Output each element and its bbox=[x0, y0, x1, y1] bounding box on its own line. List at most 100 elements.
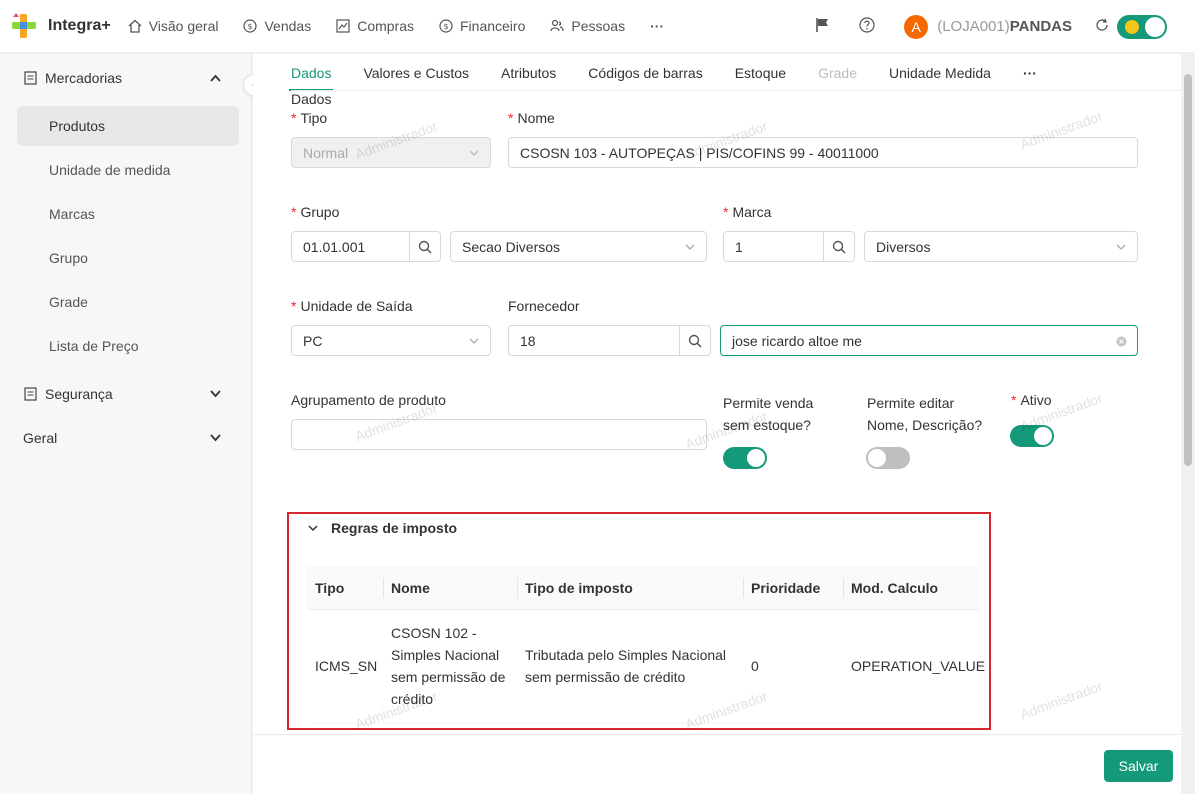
nav-more-button[interactable]: ··· bbox=[650, 18, 664, 34]
fornecedor-code-value: 18 bbox=[520, 332, 536, 349]
agrupamento-label: Agrupamento de produto bbox=[291, 392, 446, 408]
marca-code-value: 1 bbox=[735, 238, 743, 255]
sidebar-group-geral[interactable]: Geral bbox=[0, 418, 252, 458]
tab-dados[interactable]: Dados bbox=[288, 54, 334, 91]
nome-value: CSOSN 103 - AUTOPEÇAS | PIS/COFINS 99 - … bbox=[520, 144, 879, 161]
chevron-up-icon bbox=[210, 74, 221, 82]
theme-toggle[interactable] bbox=[1117, 14, 1167, 39]
grupo-label: * Grupo bbox=[291, 204, 340, 220]
tab-atributos[interactable]: Atributos bbox=[501, 54, 556, 91]
cell-prioridade: 0 bbox=[751, 658, 759, 674]
sidebar-item-unidade-medida[interactable]: Unidade de medida bbox=[17, 150, 239, 190]
nav-compras[interactable]: Compras bbox=[336, 18, 414, 34]
tipo-value: Normal bbox=[303, 144, 349, 161]
tab-more-button[interactable]: ··· bbox=[1023, 54, 1037, 91]
unidade-saida-select[interactable]: PC bbox=[291, 325, 491, 356]
store-name: PANDAS bbox=[1009, 18, 1072, 35]
cell-tipo: ICMS_SN bbox=[315, 658, 378, 674]
fornecedor-name-value: jose ricardo altoe me bbox=[732, 332, 862, 349]
section-title: Dados bbox=[291, 91, 332, 107]
permite-editar-toggle[interactable] bbox=[866, 447, 910, 469]
sidebar-group-mercadorias[interactable]: Mercadorias bbox=[0, 58, 252, 98]
tab-codigos-barras[interactable]: Códigos de barras bbox=[588, 54, 702, 91]
grupo-code-input[interactable]: 01.01.001 bbox=[291, 231, 410, 262]
fornecedor-search-button[interactable] bbox=[680, 325, 711, 356]
users-icon bbox=[550, 19, 564, 32]
marca-select[interactable]: Diversos bbox=[864, 231, 1138, 262]
chevron-down-icon bbox=[1116, 244, 1126, 250]
more-icon: ··· bbox=[650, 18, 665, 34]
search-icon bbox=[418, 240, 432, 254]
nome-input[interactable]: CSOSN 103 - AUTOPEÇAS | PIS/COFINS 99 - … bbox=[508, 137, 1138, 168]
nav-pessoas[interactable]: Pessoas bbox=[550, 18, 625, 34]
column-divider bbox=[517, 578, 518, 598]
permite-venda-label: Permite venda sem estoque? bbox=[723, 395, 814, 433]
grupo-code-value: 01.01.001 bbox=[303, 238, 366, 255]
marca-search-button[interactable] bbox=[824, 231, 855, 262]
nav-visao-geral[interactable]: Visão geral bbox=[128, 18, 219, 34]
sidebar-group-seguranca[interactable]: Segurança bbox=[0, 374, 252, 414]
permite-editar-label: Permite editar Nome, Descrição? bbox=[867, 395, 983, 433]
sidebar-item-grade[interactable]: Grade bbox=[17, 282, 239, 322]
dollar-icon: $ bbox=[439, 19, 453, 33]
refresh-icon[interactable] bbox=[1094, 17, 1110, 36]
toggle-knob bbox=[1034, 427, 1052, 445]
marca-code-input[interactable]: 1 bbox=[723, 231, 824, 262]
tab-valores-custos[interactable]: Valores e Custos bbox=[363, 54, 469, 91]
nome-label: * Nome bbox=[508, 110, 555, 126]
cell-mod-calculo: OPERATION_VALUE bbox=[851, 658, 986, 674]
column-header-tipo-imposto: Tipo de imposto bbox=[525, 580, 633, 596]
grupo-search-button[interactable] bbox=[410, 231, 441, 262]
unidade-saida-label: * Unidade de Saída bbox=[291, 298, 413, 314]
tab-unidade-medida[interactable]: Unidade Medida bbox=[889, 54, 991, 91]
cell-tipo-imposto: Tributada pelo Simples Nacional sem perm… bbox=[525, 647, 727, 685]
nav-label: Vendas bbox=[264, 18, 312, 34]
nav-label: Compras bbox=[357, 18, 414, 34]
save-button[interactable]: Salvar bbox=[1104, 750, 1173, 782]
tab-divider bbox=[291, 90, 1181, 91]
sidebar-item-grupo[interactable]: Grupo bbox=[17, 238, 239, 278]
nav-label: Visão geral bbox=[148, 18, 219, 34]
sidebar-item-lista-preco[interactable]: Lista de Preço bbox=[17, 326, 239, 366]
tipo-select: Normal bbox=[291, 137, 491, 168]
fornecedor-code-input[interactable]: 18 bbox=[508, 325, 680, 356]
agrupamento-input[interactable] bbox=[291, 419, 707, 450]
store-label[interactable]: (LOJA001)PANDAS bbox=[937, 18, 1072, 35]
sidebar-item-produtos[interactable]: Produtos bbox=[17, 106, 239, 146]
tax-rules-header[interactable]: Regras de imposto bbox=[307, 520, 457, 536]
column-header-tipo: Tipo bbox=[315, 580, 345, 596]
clear-icon[interactable] bbox=[1116, 336, 1127, 347]
marca-label: * Marca bbox=[723, 204, 772, 220]
fornecedor-label: Fornecedor bbox=[508, 298, 580, 314]
grupo-select[interactable]: Secao Diversos bbox=[450, 231, 707, 262]
page-scrollbar[interactable] bbox=[1181, 54, 1195, 794]
chevron-down-icon bbox=[469, 338, 479, 344]
nav-label: Pessoas bbox=[571, 18, 626, 34]
watermark: Administrador bbox=[1017, 677, 1105, 723]
column-divider bbox=[743, 578, 744, 598]
sidebar-item-marcas[interactable]: Marcas bbox=[17, 194, 239, 234]
chart-icon bbox=[336, 19, 350, 33]
app-logo[interactable]: Integra+ bbox=[10, 12, 111, 40]
scrollbar-thumb[interactable] bbox=[1184, 74, 1192, 466]
nav-financeiro[interactable]: $ Financeiro bbox=[439, 18, 525, 34]
avatar[interactable]: A bbox=[904, 14, 929, 39]
chevron-down-icon bbox=[469, 150, 479, 156]
chevron-down-icon bbox=[210, 434, 221, 442]
tipo-label: * Tipo bbox=[291, 110, 328, 126]
store-code: (LOJA001) bbox=[937, 18, 1010, 35]
tab-estoque[interactable]: Estoque bbox=[735, 54, 786, 91]
flag-icon[interactable] bbox=[815, 17, 831, 36]
chevron-down-icon bbox=[210, 390, 221, 398]
top-right-actions: A (LOJA001)PANDAS bbox=[815, 0, 1195, 53]
permite-venda-toggle[interactable] bbox=[723, 447, 767, 469]
unidade-saida-value: PC bbox=[303, 332, 323, 349]
help-icon[interactable] bbox=[859, 17, 875, 36]
ativo-toggle[interactable] bbox=[1010, 425, 1054, 447]
table-header: Tipo Nome Tipo de imposto Prioridade Mod… bbox=[307, 566, 979, 610]
toggle-knob bbox=[747, 449, 765, 467]
cell-nome: CSOSN 102 - Simples Nacional sem permiss… bbox=[391, 625, 506, 707]
nav-vendas[interactable]: $ Vendas bbox=[243, 18, 311, 34]
table-row[interactable]: ICMS_SN CSOSN 102 - Simples Nacional sem… bbox=[307, 610, 985, 722]
fornecedor-name-input[interactable]: jose ricardo altoe me bbox=[720, 325, 1138, 356]
